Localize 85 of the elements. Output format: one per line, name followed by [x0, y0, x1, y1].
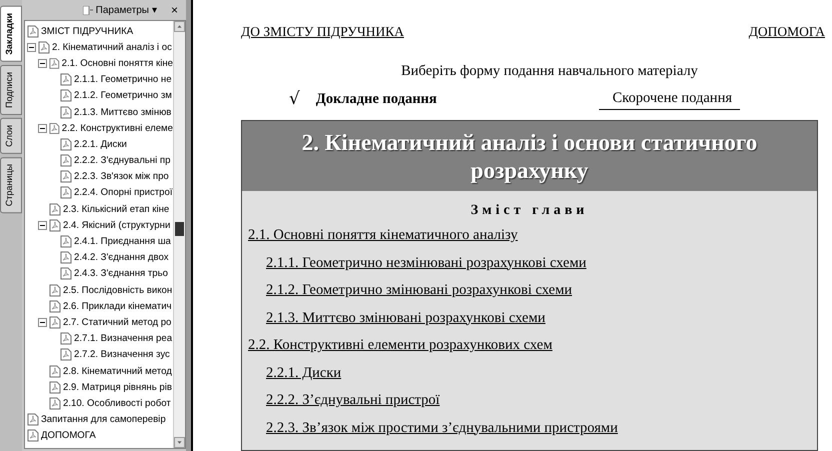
- document-icon: [27, 24, 39, 38]
- bookmark-item[interactable]: 2.7.2. Визначення зус: [74, 349, 170, 360]
- bookmark-item[interactable]: ЗМІСТ ПІДРУЧНИКА: [41, 26, 134, 37]
- close-button[interactable]: ×: [168, 3, 180, 17]
- bookmark-item[interactable]: 2.2.1. Диски: [74, 138, 127, 150]
- bookmark-item[interactable]: 2.4. Якісний (структурни: [63, 220, 170, 231]
- document-icon: [49, 284, 61, 297]
- bookmark-item[interactable]: 2.2. Конструктивні елеме: [62, 122, 173, 134]
- document-icon: [38, 40, 50, 54]
- nav-link[interactable]: ДО ЗМІСТУ ПІДРУЧНИКА: [241, 24, 404, 40]
- options-label: Параметры: [96, 4, 149, 16]
- bookmark-item[interactable]: 2.5. Послідовність викон: [63, 284, 172, 296]
- collapse-icon[interactable]: [38, 58, 47, 68]
- bookmark-item[interactable]: 2.4.3. З'єднання трьо: [74, 268, 168, 280]
- contents-link[interactable]: 2.1.2. Геометрично змінювані розрахункові схеми: [266, 282, 572, 298]
- document-icon: [49, 56, 60, 70]
- contents-link[interactable]: 2.2.1. Диски: [266, 364, 342, 380]
- document-icon: [27, 413, 39, 426]
- scroll-up-icon[interactable]: [174, 21, 185, 32]
- bookmark-item[interactable]: 2.2.4. Опорні пристрої: [74, 187, 173, 198]
- document-icon: [60, 348, 72, 362]
- bookmark-item[interactable]: 2.1.3. Миттєво змінюв: [74, 106, 172, 118]
- document-icon: [49, 396, 61, 410]
- nav-link[interactable]: ДОПОМОГА: [748, 24, 825, 40]
- contents-link[interactable]: 2.1.3. Миттєво змінювані розрахункові схеми: [266, 310, 546, 326]
- bookmark-item[interactable]: 2.6. Приклади кінематич: [63, 300, 172, 312]
- document-icon: [60, 106, 72, 119]
- document-icon: [60, 154, 72, 168]
- bookmark-item[interactable]: 2.8. Кінематичний метод: [63, 366, 172, 377]
- document-icon: [49, 316, 61, 329]
- selected-option[interactable]: Докладне подання: [316, 90, 437, 108]
- options-icon: [82, 6, 93, 14]
- bookmark-item[interactable]: 2.4.1. Приєднання ша: [74, 236, 171, 248]
- bookmark-item[interactable]: 2.2.3. Зв'язок між про: [74, 171, 169, 182]
- option-link[interactable]: Скорочене подання: [598, 88, 740, 110]
- prompt-text: Виберіть форму подання навчального матеріалу: [400, 63, 699, 80]
- contents-link[interactable]: 2.2. Конструктивні елементи розрахункових схем: [248, 337, 552, 353]
- collapse-icon[interactable]: [27, 42, 36, 52]
- document-icon: [60, 332, 72, 346]
- bookmark-item[interactable]: ДОПОМОГА: [41, 430, 96, 442]
- document-icon: [49, 218, 61, 232]
- bookmark-item[interactable]: 2.10. Особливості робот: [63, 398, 171, 409]
- sidebar-tab[interactable]: Страницы: [0, 156, 22, 213]
- document-icon: [49, 364, 61, 378]
- bookmark-item[interactable]: 2.7. Статичний метод ро: [63, 316, 172, 328]
- document-icon: [49, 300, 61, 313]
- caret-icon: ▾: [152, 4, 157, 16]
- bookmark-item[interactable]: 2.2.2. З'єднувальні пр: [74, 155, 170, 166]
- document-icon: [49, 202, 61, 216]
- document-icon: [49, 122, 60, 135]
- check-mark: √: [289, 89, 300, 109]
- contents-link[interactable]: 2.2.3. Зв’язок між простими з’єднувальними пристроями: [266, 420, 618, 436]
- document-icon: [27, 429, 39, 442]
- contents-link[interactable]: 2.1. Основні поняття кінематичного аналізу: [248, 227, 518, 243]
- collapse-icon[interactable]: [38, 318, 47, 327]
- document-icon: [60, 89, 72, 102]
- document-icon: [60, 73, 72, 86]
- document-icon: [49, 380, 61, 394]
- sidebar-tab[interactable]: Слои: [0, 118, 22, 154]
- options-menu[interactable]: Параметры ▾: [82, 4, 157, 16]
- bookmark-item[interactable]: 2. Кінематичний аналіз і ос: [52, 42, 172, 53]
- document-icon: [60, 186, 72, 200]
- contents-link[interactable]: 2.1.1. Геометрично незмінювані розрахункові схеми: [266, 254, 586, 270]
- bookmark-item[interactable]: 2.7.1. Визначення реа: [74, 333, 172, 344]
- bookmark-item[interactable]: 2.9. Матриця рівнянь рів: [63, 382, 172, 393]
- bookmark-item[interactable]: 2.4.2. З'єднання двох: [74, 252, 168, 264]
- document-icon: [60, 235, 72, 248]
- scroll-down-icon[interactable]: [174, 437, 185, 448]
- bookmark-item[interactable]: 2.1.2. Геометрично зм: [74, 90, 172, 102]
- contents-link[interactable]: 2.2.2. З’єднувальні пристрої: [266, 392, 440, 408]
- bookmark-item[interactable]: 2.1. Основні поняття кіне: [62, 58, 173, 69]
- collapse-icon[interactable]: [38, 220, 47, 230]
- bookmark-item[interactable]: Запитання для самоперевір: [41, 414, 166, 426]
- scroll-thumb[interactable]: [175, 222, 184, 236]
- contents-heading: Зміст глави: [470, 203, 590, 219]
- document-icon: [60, 170, 72, 184]
- document-icon: [60, 267, 72, 280]
- document-icon: [60, 138, 72, 151]
- bookmark-item[interactable]: 2.1.1. Геометрично не: [74, 74, 172, 86]
- chapter-title: 2. Кінематичний аналіз і основи статичного розрахунку: [242, 121, 817, 191]
- bookmark-item[interactable]: 2.3. Кількісний етап кіне: [63, 204, 170, 215]
- sidebar-tab[interactable]: Подписи: [0, 64, 22, 115]
- collapse-icon[interactable]: [38, 124, 47, 133]
- sidebar-tab[interactable]: Закладки: [0, 6, 22, 62]
- document-icon: [60, 251, 72, 264]
